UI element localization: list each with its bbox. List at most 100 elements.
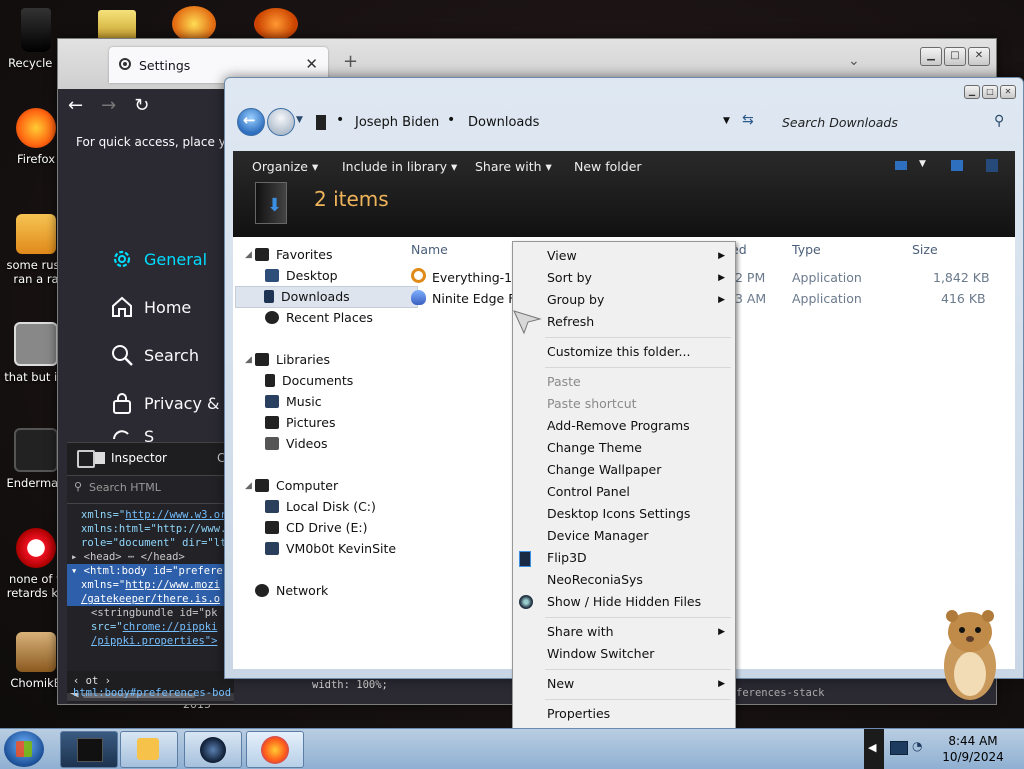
sidebar-item-general[interactable]: General xyxy=(110,235,235,283)
sidebar-item-privacy[interactable]: Privacy & S xyxy=(110,379,235,427)
menu-item-neoreconiasys[interactable]: NeoReconiaSys xyxy=(513,569,735,591)
close-button[interactable]: ✕ xyxy=(1000,85,1016,99)
menu-item-group-by[interactable]: Group by ▶ xyxy=(513,289,735,311)
folder-icon[interactable] xyxy=(98,10,136,40)
tree-desktop[interactable]: Desktop xyxy=(265,266,338,286)
code-line[interactable]: role="document" dir="ltr xyxy=(81,536,234,550)
code-line[interactable]: /pippki.properties"> xyxy=(81,634,234,648)
search-icon[interactable]: ⚲ xyxy=(994,113,1004,129)
menu-separator xyxy=(545,699,731,700)
system-clock[interactable]: 8:44 AM 10/9/2024 xyxy=(930,733,1016,765)
tray-overflow[interactable]: ◀ xyxy=(864,729,884,769)
search-input[interactable]: Search Downloads xyxy=(782,115,898,130)
tree-local-disk[interactable]: Local Disk (C:) xyxy=(265,497,376,517)
tab-inspector[interactable]: Inspector xyxy=(111,451,167,465)
menu-item-new[interactable]: New ▶ xyxy=(513,673,735,695)
devtools-search[interactable]: ⚲ Search HTML xyxy=(67,476,234,504)
collapse-icon[interactable]: ◢ xyxy=(245,250,252,260)
history-dropdown-icon[interactable]: ▼ xyxy=(296,115,303,125)
tree-network[interactable]: Network xyxy=(255,581,328,601)
help-icon[interactable] xyxy=(986,159,998,172)
menu-item-refresh[interactable]: Refresh xyxy=(513,311,735,333)
tree-cd-drive[interactable]: CD Drive (E:) xyxy=(265,518,368,538)
new-tab-icon[interactable]: + xyxy=(343,51,358,72)
menu-item-control-panel[interactable]: Control Panel xyxy=(513,481,735,503)
refresh-icon[interactable]: ⇆ xyxy=(742,112,754,128)
chevron-left-icon[interactable]: ‹ xyxy=(73,675,86,687)
menu-item-view[interactable]: View ▶ xyxy=(513,245,735,267)
maximize-button[interactable]: □ xyxy=(944,47,966,66)
menu-item-sort-by[interactable]: Sort by ▶ xyxy=(513,267,735,289)
preview-pane-icon[interactable] xyxy=(951,160,963,171)
menu-item-desktop-icons-settings[interactable]: Desktop Icons Settings xyxy=(513,503,735,525)
tree-recent-places[interactable]: Recent Places xyxy=(265,308,373,328)
tree-documents[interactable]: Documents xyxy=(265,371,353,391)
tree-libraries[interactable]: Libraries xyxy=(255,350,330,370)
column-header-size[interactable]: Size xyxy=(912,242,938,257)
column-header-type[interactable]: Type xyxy=(792,242,821,257)
tree-pictures[interactable]: Pictures xyxy=(265,413,336,433)
address-dropdown-icon[interactable]: ▼ xyxy=(723,116,730,126)
back-icon[interactable]: ← xyxy=(68,95,83,116)
tree-music[interactable]: Music xyxy=(265,392,322,412)
chevron-right-icon[interactable]: › xyxy=(105,675,111,687)
new-folder-button[interactable]: New folder xyxy=(574,159,642,174)
code-line[interactable]: ▸ <head> ⋯ </head> xyxy=(71,550,234,564)
breadcrumb-joseph-biden[interactable]: Joseph Biden xyxy=(355,115,439,130)
menu-item-share-with[interactable]: Share with ▶ xyxy=(513,621,735,643)
tree-vm[interactable]: VM0b0t KevinSite xyxy=(265,539,396,559)
include-in-library-button[interactable]: Include in library ▾ xyxy=(342,159,457,174)
taskbar-app-button[interactable] xyxy=(184,731,242,768)
menu-item-properties[interactable]: Properties xyxy=(513,703,735,725)
menu-item-change-theme[interactable]: Change Theme xyxy=(513,437,735,459)
tree-downloads[interactable]: Downloads xyxy=(235,286,418,308)
code-line[interactable]: src="chrome://pippki xyxy=(81,620,234,634)
sidebar-item-home[interactable]: Home xyxy=(110,283,235,331)
organize-button[interactable]: Organize ▾ xyxy=(252,159,318,174)
collapse-icon[interactable]: ◢ xyxy=(245,481,252,491)
reload-icon[interactable]: ↻ xyxy=(134,95,149,116)
breadcrumb-node[interactable]: html:body#preferences-bod xyxy=(73,687,231,699)
back-button[interactable]: ← xyxy=(237,108,265,136)
tree-videos[interactable]: Videos xyxy=(265,434,328,454)
tree-computer[interactable]: Computer xyxy=(255,476,338,496)
taskbar-media-button[interactable] xyxy=(120,731,178,768)
breadcrumb-downloads[interactable]: Downloads xyxy=(468,115,539,130)
chevron-down-icon[interactable]: ⌄ xyxy=(848,53,860,69)
menu-item-customize[interactable]: Customize this folder... xyxy=(513,341,735,363)
network-tray-icon[interactable] xyxy=(890,741,908,755)
close-tab-icon[interactable]: ✕ xyxy=(305,55,318,73)
menu-item-device-manager[interactable]: Device Manager xyxy=(513,525,735,547)
forward-button[interactable] xyxy=(267,108,295,136)
maximize-button[interactable]: □ xyxy=(982,85,998,99)
taskbar-explorer-button[interactable] xyxy=(60,731,118,768)
menu-item-add-remove-programs[interactable]: Add-Remove Programs xyxy=(513,415,735,437)
code-line-selected[interactable]: ▾ <html:body id="prefere xyxy=(67,564,234,578)
menu-item-window-switcher[interactable]: Window Switcher xyxy=(513,643,735,665)
taskbar-firefox-button[interactable] xyxy=(246,731,304,768)
code-line[interactable]: xmlns:html="http://www.w xyxy=(81,522,234,536)
code-line-selected[interactable]: xmlns="http://www.mozi xyxy=(67,578,234,592)
element-picker-icon[interactable] xyxy=(77,450,95,468)
share-with-button[interactable]: Share with ▾ xyxy=(475,159,552,174)
view-dropdown-icon[interactable]: ▼ xyxy=(919,159,926,169)
volume-tray-icon[interactable]: ◔ xyxy=(912,739,922,753)
tree-favorites[interactable]: Favorites xyxy=(255,245,332,265)
code-line[interactable]: xmlns="http://www.w3.org xyxy=(81,508,234,522)
question-icon[interactable] xyxy=(254,8,298,40)
menu-item-flip3d[interactable]: Flip3D xyxy=(513,547,735,569)
view-options-icon[interactable] xyxy=(895,161,907,170)
code-line-selected[interactable]: /gatekeeper/there.is.o xyxy=(67,592,234,606)
menu-item-show-hide-hidden-files[interactable]: Show / Hide Hidden Files xyxy=(513,591,735,613)
forward-icon[interactable]: → xyxy=(101,95,116,116)
menu-item-change-wallpaper[interactable]: Change Wallpaper xyxy=(513,459,735,481)
sidebar-item-search[interactable]: Search xyxy=(110,331,235,379)
start-button[interactable] xyxy=(4,731,44,767)
app-icon[interactable] xyxy=(172,6,216,42)
code-line[interactable]: <stringbundle id="pk xyxy=(81,606,234,620)
minimize-button[interactable]: ▁ xyxy=(920,47,942,66)
minimize-button[interactable]: ▁ xyxy=(964,85,980,99)
collapse-icon[interactable]: ◢ xyxy=(245,355,252,365)
close-button[interactable]: ✕ xyxy=(968,47,990,66)
column-header-name[interactable]: Name xyxy=(411,242,448,257)
